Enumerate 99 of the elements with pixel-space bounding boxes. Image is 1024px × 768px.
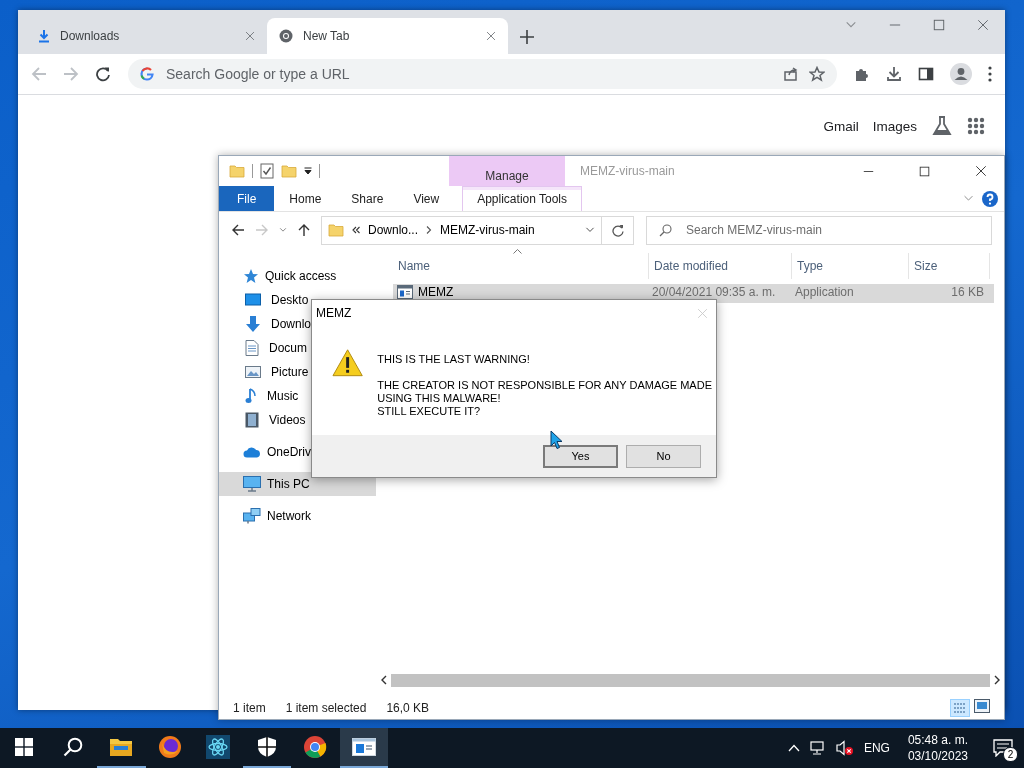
nav-item[interactable]: Quick access [219,264,376,288]
header-link[interactable]: Gmail [823,118,859,134]
header-link[interactable]: Images [872,118,917,134]
breadcrumb[interactable]: MEMZ-virus-main [440,223,535,237]
network-icon [243,508,261,524]
ribbon-tab[interactable]: Application Tools [462,186,583,211]
column-header[interactable]: Type [792,253,909,279]
application-icon [351,738,376,756]
chrome-icon [303,735,328,759]
help-icon[interactable] [982,190,998,207]
warning-icon [332,348,364,377]
picture-icon [245,365,261,379]
taskbar-button[interactable] [339,728,388,768]
mouse-cursor-icon [550,430,563,450]
document-icon [245,340,259,356]
notification-button[interactable]: 2 [990,735,1016,761]
dropdown-icon[interactable] [304,167,312,175]
search-box[interactable]: Search MEMZ-virus-main [646,215,992,245]
file-name: MEMZ [418,285,454,299]
network-icon[interactable] [809,740,826,756]
dialog-button[interactable]: Yes [543,444,618,468]
table-cell-text: 16 KB [950,285,985,299]
window-title: MEMZ-virus-main [580,164,675,180]
atom-icon [206,735,231,759]
search-icon [659,223,672,237]
scrollbar-thumb[interactable] [391,673,990,687]
download-icon [38,29,50,43]
double-chevron-icon [352,226,360,234]
shield-icon [256,736,277,758]
star-icon [243,268,259,284]
browser-tab[interactable]: New Tab [267,18,508,54]
omnibox[interactable]: Search Google or type a URL [128,59,837,89]
ribbon-tab[interactable]: File [219,186,275,211]
large-icons-view-icon[interactable] [974,699,990,713]
up-arrow-icon[interactable] [297,223,311,237]
dialog-message: THIS IS THE LAST WARNING! [377,353,531,366]
table-cell-text: 20/04/2021 09:35 a. m. [651,285,777,299]
scroll-right-icon[interactable] [993,675,1001,685]
folder-icon [109,737,134,757]
flask-icon[interactable] [931,115,953,137]
refresh-icon [611,223,624,237]
status-text: 16,0 KB [386,701,430,715]
status-text: 1 item [233,701,266,715]
speech-bubble-icon [993,739,1013,757]
search-icon [62,737,83,757]
monitor-icon [245,293,261,307]
clock[interactable]: 05:48 a. m. 03/10/2023 [907,732,968,764]
folder-icon [229,163,245,179]
contextual-tab-header: Manage [449,156,565,186]
properties-icon[interactable] [260,163,274,179]
breadcrumb[interactable]: Downlo... [368,223,419,237]
browser-tab[interactable]: Downloads [26,18,267,54]
folder-icon [328,222,344,238]
scroll-left-icon[interactable] [380,675,388,685]
profile-icon[interactable] [950,63,972,85]
back-icon[interactable] [231,223,245,237]
dialog-title: MEMZ [316,306,352,320]
status-text: 1 item selected [285,701,367,715]
google-icon [140,67,154,81]
chrome-icon [279,29,293,43]
dialog-message: THE CREATOR IS NOT RESPONSIBLE FOR ANY DAMAGE MADE USING THIS MALWARE! STILL EXECUTE IT? [377,379,712,418]
close-icon[interactable] [975,165,987,177]
new-tab-icon[interactable] [520,30,534,44]
column-header[interactable]: Name [393,253,649,279]
address-bar[interactable]: Downlo... MEMZ-virus-main [321,215,602,245]
column-header[interactable]: Date modified [649,253,792,279]
nav-item[interactable]: Network [219,504,376,528]
dialog-button[interactable]: No [626,444,701,468]
apps-grid-icon[interactable] [967,117,985,135]
ribbon-tab[interactable]: Home [274,186,337,211]
maximize-icon[interactable] [933,19,945,31]
music-note-icon [245,388,257,404]
windows-logo-icon [15,738,34,756]
sort-caret-icon [513,249,522,254]
address-field[interactable]: Search Google or type a URL [164,65,773,83]
film-icon [245,412,259,428]
menu-icon[interactable] [988,66,992,82]
maximize-icon[interactable] [919,165,930,177]
computer-icon [243,476,261,492]
column-header[interactable]: Size [909,253,990,279]
language-indicator[interactable]: ENG [863,741,890,755]
refresh-button[interactable] [602,215,634,245]
chevron-right-icon [426,226,433,234]
download-icon[interactable] [886,66,902,82]
star-icon[interactable] [809,66,825,82]
recent-locations-icon[interactable] [279,226,287,234]
reload-icon[interactable] [95,66,111,82]
chevron-up-icon[interactable] [787,744,800,752]
table-cell-text: Application [794,285,855,299]
cloud-icon [243,446,261,458]
side-panel-icon[interactable] [918,66,934,82]
ribbon-tab[interactable]: View [398,186,455,211]
puzzle-icon[interactable] [854,66,870,82]
search-field[interactable]: Search MEMZ-virus-main [684,222,979,238]
down-arrow-icon [245,316,261,332]
ribbon-tab[interactable]: Share [336,186,399,211]
volume-muted-icon[interactable] [835,740,854,756]
firefox-icon [157,735,182,759]
share-icon[interactable] [783,66,799,82]
